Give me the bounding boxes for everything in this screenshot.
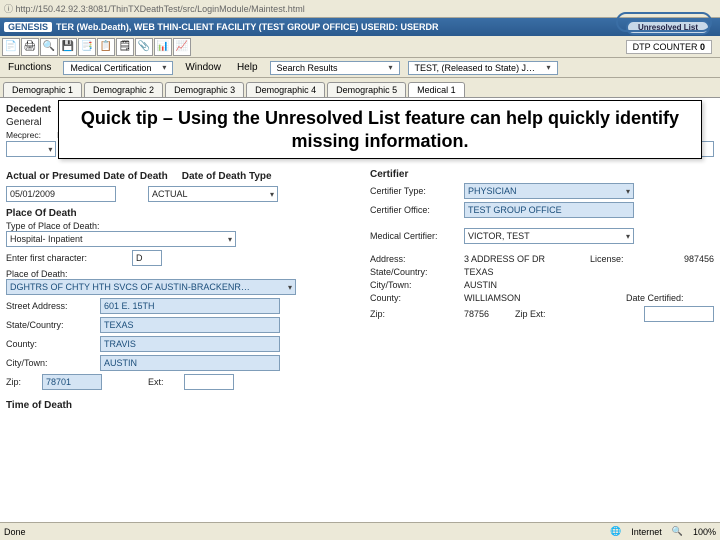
toolbar: 📄 🖨 🔍 💾 📑 📋 🗒 📎 📊 📈 DTP COUNTER 0	[0, 36, 720, 58]
county-field[interactable]: TRAVIS	[100, 336, 280, 352]
tool-search-icon[interactable]: 🔍	[40, 38, 58, 56]
tool-chart-icon[interactable]: 📈	[173, 38, 191, 56]
license-value: 987456	[684, 254, 714, 264]
cert-type-label: Certifier Type:	[370, 186, 458, 196]
date-of-death-heading: Actual or Presumed Date of Death	[6, 171, 168, 182]
cert-type-field[interactable]: PHYSICIAN	[464, 183, 634, 199]
state-label: State/Country:	[6, 320, 94, 330]
logo-badge: GENESIS	[4, 22, 52, 32]
right-column: Certifier Certifier Type: PHYSICIAN Cert…	[366, 167, 714, 413]
zip-label: Zip:	[6, 377, 36, 387]
app-title: TER (Web.Death), WEB THIN-CLIENT FACILIT…	[56, 22, 626, 32]
cert-state-label: State/Country:	[370, 267, 458, 277]
unresolved-list-button[interactable]: Unresolved List	[626, 20, 710, 35]
city-field[interactable]: AUSTIN	[100, 355, 280, 371]
medcert-dropdown[interactable]: Medical Certification	[63, 61, 173, 75]
cert-state-value: TEXAS	[464, 267, 494, 277]
menubar: Functions Medical Certification Window H…	[0, 58, 720, 78]
record-dropdown[interactable]: TEST, (Released to State) J…	[408, 61, 558, 75]
cert-county-value: WILLIAMSON	[464, 293, 521, 303]
street-field[interactable]: 601 E. 15TH	[100, 298, 280, 314]
place-type-field[interactable]: Hospital- Inpatient	[6, 231, 236, 247]
cert-zip-value: 78756	[464, 309, 489, 319]
cert-zipext-label: Zip Ext:	[515, 309, 603, 319]
browser-address-bar: ⓘ http://150.42.92.3:8081/ThinTXDeathTes…	[0, 0, 720, 18]
app-title-bar: GENESIS TER (Web.Death), WEB THIN-CLIENT…	[0, 18, 720, 36]
menu-window[interactable]: Window	[177, 60, 229, 75]
tool-new-icon[interactable]: 📄	[2, 38, 20, 56]
url-icon: ⓘ	[4, 2, 13, 15]
tab-demographic-5[interactable]: Demographic 5	[327, 82, 406, 97]
tool-save-icon[interactable]: 💾	[59, 38, 77, 56]
cert-address-label: Address:	[370, 254, 458, 264]
cert-office-label: Certifier Office:	[370, 205, 458, 215]
cert-county-label: County:	[370, 293, 458, 303]
zoom-icon: 🔍	[672, 526, 683, 537]
quick-tip-callout: Quick tip – Using the Unresolved List fe…	[58, 100, 702, 159]
tab-medical-1[interactable]: Medical 1	[408, 82, 465, 97]
tool-notes-icon[interactable]: 🗒	[116, 38, 134, 56]
tool-attach-icon[interactable]: 📎	[135, 38, 153, 56]
cert-city-label: City/Town:	[370, 280, 458, 290]
form-content: Decedent General Mecprec: M=: :ase Numbe…	[0, 98, 720, 516]
status-zoom: 100%	[693, 527, 716, 537]
medcert-field[interactable]: VICTOR, TEST	[464, 228, 634, 244]
menu-functions[interactable]: Functions	[0, 60, 59, 75]
street-label: Street Address:	[6, 301, 94, 311]
city-label: City/Town:	[6, 358, 94, 368]
ext-label: Ext:	[148, 377, 178, 387]
tab-demographic-2[interactable]: Demographic 2	[84, 82, 163, 97]
zip-field[interactable]: 78701	[42, 374, 102, 390]
tab-row: Demographic 1 Demographic 2 Demographic …	[0, 78, 720, 98]
status-done: Done	[4, 527, 26, 537]
place-of-death-heading: Place Of Death	[6, 208, 350, 219]
death-type-field[interactable]: ACTUAL	[148, 186, 278, 202]
medcert-label: Medical Certifier:	[370, 231, 458, 241]
cert-address-value: 3 ADDRESS OF DR	[464, 254, 545, 264]
dtp-counter: DTP COUNTER 0	[626, 40, 712, 54]
date-cert-field[interactable]	[644, 306, 714, 322]
tool-report-icon[interactable]: 📊	[154, 38, 172, 56]
tab-demographic-4[interactable]: Demographic 4	[246, 82, 325, 97]
tab-demographic-3[interactable]: Demographic 3	[165, 82, 244, 97]
place-type-label: Type of Place of Death:	[6, 221, 350, 231]
date-cert-label: Date Certified:	[626, 293, 714, 303]
enter-char-label: Enter first character:	[6, 253, 126, 263]
tool-copy-icon[interactable]: 📑	[78, 38, 96, 56]
certifier-heading: Certifier	[370, 169, 714, 180]
status-bar: Done 🌐 Internet 🔍 100%	[0, 522, 720, 540]
enter-char-field[interactable]: D	[132, 250, 162, 266]
license-label: License:	[590, 254, 678, 264]
ext-field[interactable]	[184, 374, 234, 390]
menu-help[interactable]: Help	[229, 60, 266, 75]
cert-zip-label: Zip:	[370, 309, 458, 319]
death-date-field[interactable]: 05/01/2009	[6, 186, 116, 202]
place-of-death-field[interactable]: DGHTRS OF CHTY HTH SVCS OF AUSTIN-BRACKE…	[6, 279, 296, 295]
tool-print-icon[interactable]: 🖨	[21, 38, 39, 56]
status-internet: Internet	[631, 527, 662, 537]
cert-office-field[interactable]: TEST GROUP OFFICE	[464, 202, 634, 218]
cert-city-value: AUSTIN	[464, 280, 497, 290]
tab-demographic-1[interactable]: Demographic 1	[3, 82, 82, 97]
place-of-death-label: Place of Death:	[6, 269, 350, 279]
search-results-dropdown[interactable]: Search Results	[270, 61, 400, 75]
state-field[interactable]: TEXAS	[100, 317, 280, 333]
left-column: Actual or Presumed Date of Death Date of…	[6, 167, 350, 413]
time-of-death-heading: Time of Death	[6, 400, 350, 411]
tool-paste-icon[interactable]: 📋	[97, 38, 115, 56]
date-type-heading: Date of Death Type	[182, 171, 272, 182]
url-text: http://150.42.92.3:8081/ThinTXDeathTest/…	[16, 4, 305, 14]
globe-icon: 🌐	[610, 526, 621, 537]
mecprec-field[interactable]	[6, 141, 56, 157]
county-label: County:	[6, 339, 94, 349]
